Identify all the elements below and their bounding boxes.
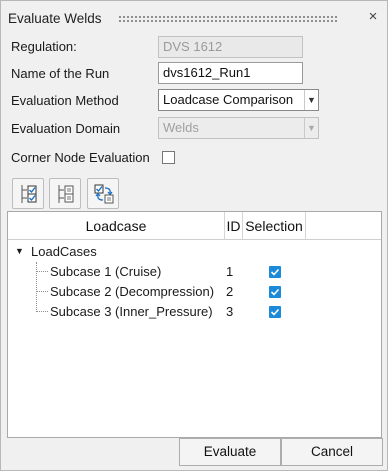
- check-icon: [270, 308, 280, 316]
- table-header: Loadcase ID Selection: [8, 212, 381, 240]
- drag-grip[interactable]: [118, 15, 338, 23]
- evaluation-method-select[interactable]: Loadcase Comparison ▼: [158, 89, 319, 111]
- column-header-loadcase[interactable]: Loadcase: [8, 212, 225, 240]
- swap-selection-button[interactable]: [87, 178, 119, 209]
- table-row[interactable]: Subcase 1 (Cruise) 1: [8, 262, 381, 282]
- check-icon: [270, 288, 280, 296]
- tree-root-row[interactable]: ▼ LoadCases: [8, 242, 381, 262]
- loadcase-id: 2: [226, 284, 234, 299]
- selection-checkbox[interactable]: [269, 286, 281, 298]
- column-header-selection[interactable]: Selection: [243, 212, 306, 240]
- loadcase-name: Subcase 1 (Cruise): [50, 264, 162, 279]
- evaluate-welds-dialog: Evaluate Welds × Regulation: DVS 1612 Na…: [0, 0, 388, 471]
- check-all-icon: [21, 185, 37, 203]
- loadcase-name: Subcase 2 (Decompression): [50, 284, 215, 299]
- table-row[interactable]: Subcase 2 (Decompression) 2: [8, 282, 381, 302]
- evaluation-method-value: Loadcase Comparison: [163, 92, 294, 107]
- chevron-down-icon: ▼: [304, 118, 318, 138]
- chevron-down-icon[interactable]: ▼: [304, 90, 318, 110]
- close-icon[interactable]: ×: [365, 8, 381, 26]
- column-header-id[interactable]: ID: [225, 212, 243, 240]
- evaluation-domain-label: Evaluation Domain: [11, 121, 121, 136]
- loadcase-tree-table[interactable]: Loadcase ID Selection ▼ LoadCases Subcas…: [7, 211, 382, 438]
- selection-checkbox[interactable]: [269, 266, 281, 278]
- tree-root-label: LoadCases: [31, 244, 97, 259]
- evaluation-domain-select: Welds ▼: [158, 117, 319, 139]
- corner-node-checkbox[interactable]: [162, 151, 175, 164]
- uncheck-all-icon: [58, 185, 74, 203]
- table-row[interactable]: Subcase 3 (Inner_Pressure) 3: [8, 302, 381, 322]
- run-name-label: Name of the Run: [11, 66, 110, 81]
- check-all-button[interactable]: [12, 178, 44, 209]
- dialog-title: Evaluate Welds: [8, 11, 102, 26]
- title-bar[interactable]: Evaluate Welds ×: [1, 1, 387, 35]
- cancel-button[interactable]: Cancel: [281, 438, 383, 466]
- regulation-field: DVS 1612: [158, 36, 303, 58]
- corner-node-label: Corner Node Evaluation: [11, 150, 150, 165]
- run-name-input[interactable]: dvs1612_Run1: [158, 62, 303, 84]
- evaluate-button[interactable]: Evaluate: [179, 438, 281, 466]
- loadcase-id: 3: [226, 304, 234, 319]
- evaluation-method-label: Evaluation Method: [11, 93, 119, 108]
- evaluation-domain-value: Welds: [163, 120, 199, 135]
- check-icon: [270, 268, 280, 276]
- loadcase-name: Subcase 3 (Inner_Pressure): [50, 304, 213, 319]
- uncheck-all-button[interactable]: [49, 178, 81, 209]
- regulation-label: Regulation:: [11, 39, 77, 54]
- selection-checkbox[interactable]: [269, 306, 281, 318]
- swap-selection-icon: [94, 184, 114, 204]
- expand-arrow-icon[interactable]: ▼: [15, 246, 24, 256]
- loadcase-id: 1: [226, 264, 234, 279]
